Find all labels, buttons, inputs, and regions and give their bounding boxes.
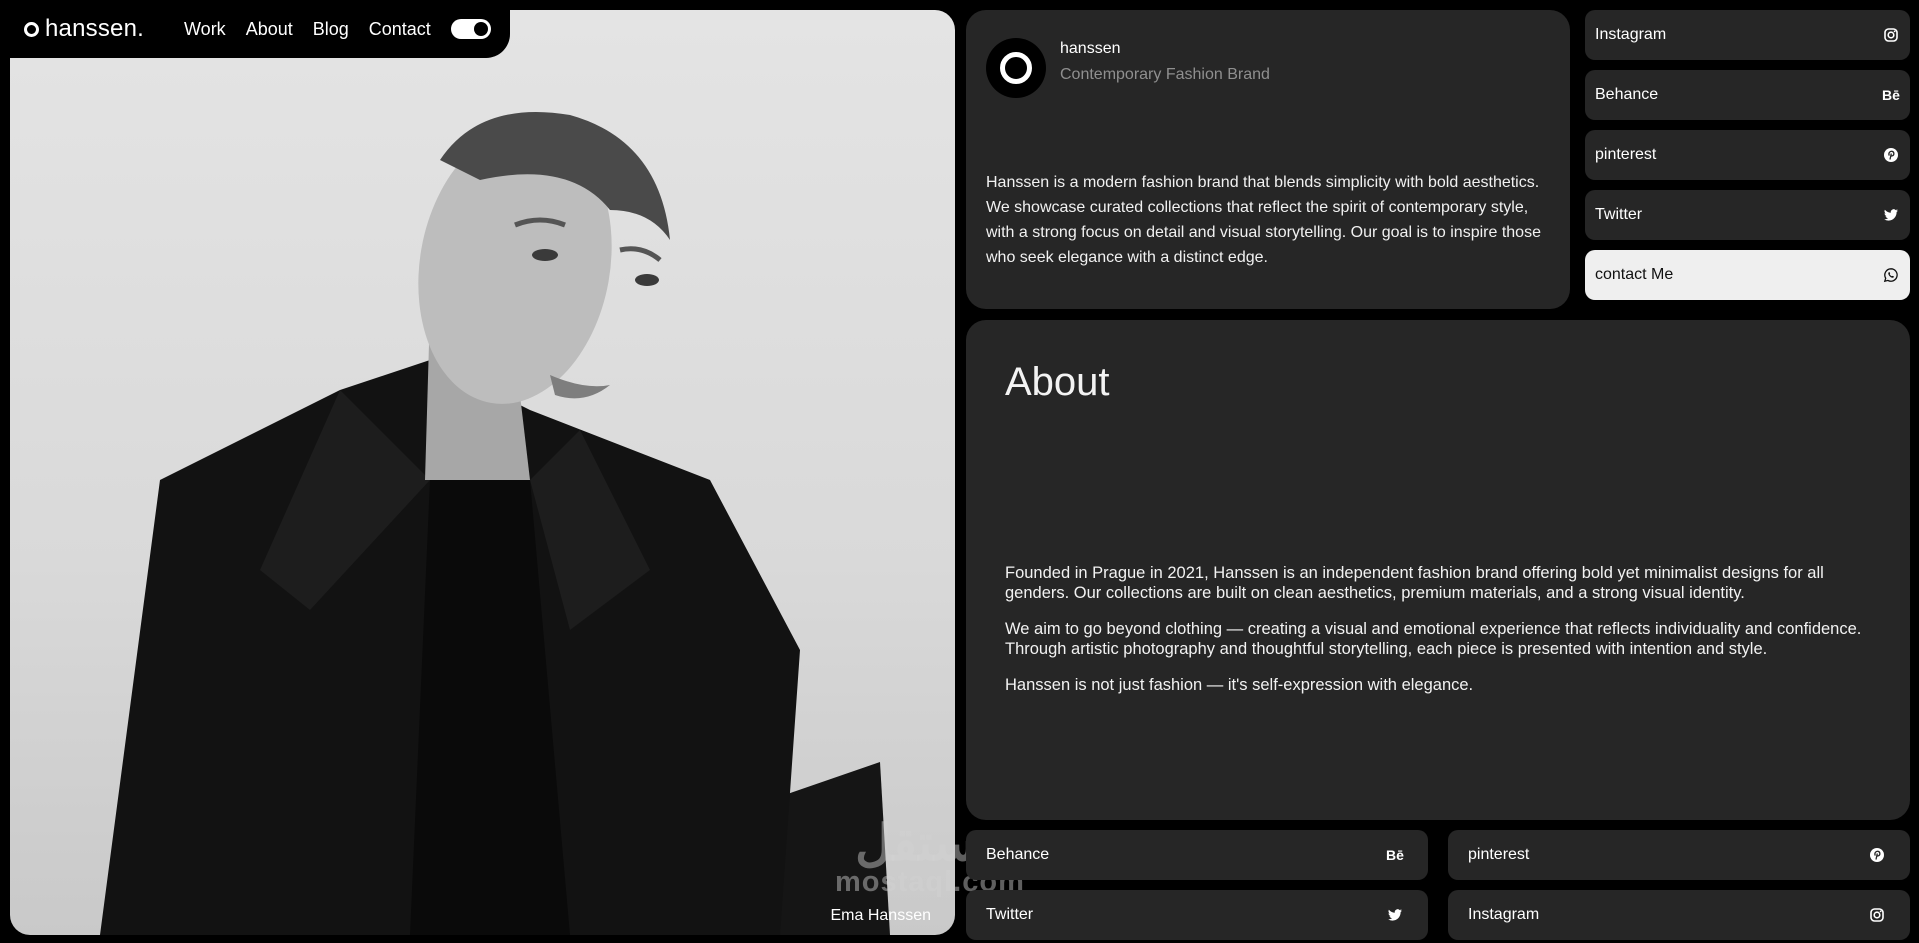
nav-link-blog[interactable]: Blog — [313, 19, 349, 40]
avatar — [986, 38, 1046, 98]
about-section: About Founded in Prague in 2021, Hanssen… — [966, 320, 1910, 820]
bottom-link-pinterest[interactable]: pinterest — [1448, 830, 1910, 880]
nav-link-about[interactable]: About — [246, 19, 293, 40]
pinterest-icon — [1868, 846, 1886, 864]
social-link-twitter[interactable]: Twitter — [1585, 190, 1910, 240]
social-link-pinterest[interactable]: pinterest — [1585, 130, 1910, 180]
link-label: Twitter — [986, 906, 1034, 923]
logo-ring-icon — [1000, 52, 1032, 84]
about-paragraph: Hanssen is not just fashion — it's self-… — [1005, 676, 1474, 694]
about-paragraph: Founded in Prague in 2021, Hanssen is an… — [1005, 564, 1824, 602]
nav-links: Work About Blog Contact — [184, 19, 431, 40]
theme-toggle[interactable] — [450, 19, 491, 39]
instagram-icon — [1868, 906, 1886, 924]
profile-subtitle: Contemporary Fashion Brand — [1060, 66, 1270, 83]
profile-description: Hanssen is a modern fashion brand that b… — [986, 174, 1541, 266]
hero-photo: Ema Hanssen — [10, 10, 955, 935]
instagram-icon — [1882, 26, 1900, 44]
about-body: Founded in Prague in 2021, Hanssen is an… — [1005, 563, 1871, 695]
brand-name: hanssen. — [45, 15, 145, 42]
social-link-instagram[interactable]: Instagram — [1585, 10, 1910, 60]
twitter-icon — [1386, 906, 1404, 924]
profile-name: hanssen — [1060, 40, 1121, 57]
pinterest-icon — [1882, 146, 1900, 164]
link-label: Instagram — [1468, 906, 1540, 923]
hero-caption: Ema Hanssen — [830, 907, 932, 924]
whatsapp-icon — [1882, 266, 1900, 284]
about-title: About — [1005, 360, 1110, 404]
bottom-link-behance[interactable]: Behance Bē — [966, 830, 1428, 880]
portrait-illustration — [100, 112, 890, 935]
social-label: contact Me — [1595, 266, 1674, 283]
link-label: pinterest — [1468, 846, 1530, 863]
social-label: Twitter — [1595, 206, 1643, 223]
profile-header: hanssen Contemporary Fashion Brand — [986, 38, 1550, 98]
twitter-icon — [1882, 206, 1900, 224]
profile-card: hanssen Contemporary Fashion Brand Hanss… — [966, 10, 1570, 309]
behance-icon: Bē — [1882, 87, 1900, 103]
behance-icon: Bē — [1386, 847, 1404, 863]
social-label: pinterest — [1595, 146, 1657, 163]
link-label: Behance — [986, 846, 1050, 863]
top-nav: hanssen. Work About Blog Contact — [0, 0, 510, 58]
about-paragraph: We aim to go beyond clothing — creating … — [1005, 620, 1862, 658]
brand-logo[interactable]: hanssen. — [24, 15, 144, 43]
contact-me-button[interactable]: contact Me — [1585, 250, 1910, 300]
logo-ring-icon — [24, 21, 39, 37]
social-link-behance[interactable]: Behance Bē — [1585, 70, 1910, 120]
bottom-link-twitter[interactable]: Twitter — [966, 890, 1428, 940]
social-label: Instagram — [1595, 26, 1667, 43]
nav-link-work[interactable]: Work — [184, 19, 226, 40]
nav-link-contact[interactable]: Contact — [369, 19, 431, 40]
bottom-link-instagram[interactable]: Instagram — [1448, 890, 1910, 940]
social-label: Behance — [1595, 86, 1659, 103]
